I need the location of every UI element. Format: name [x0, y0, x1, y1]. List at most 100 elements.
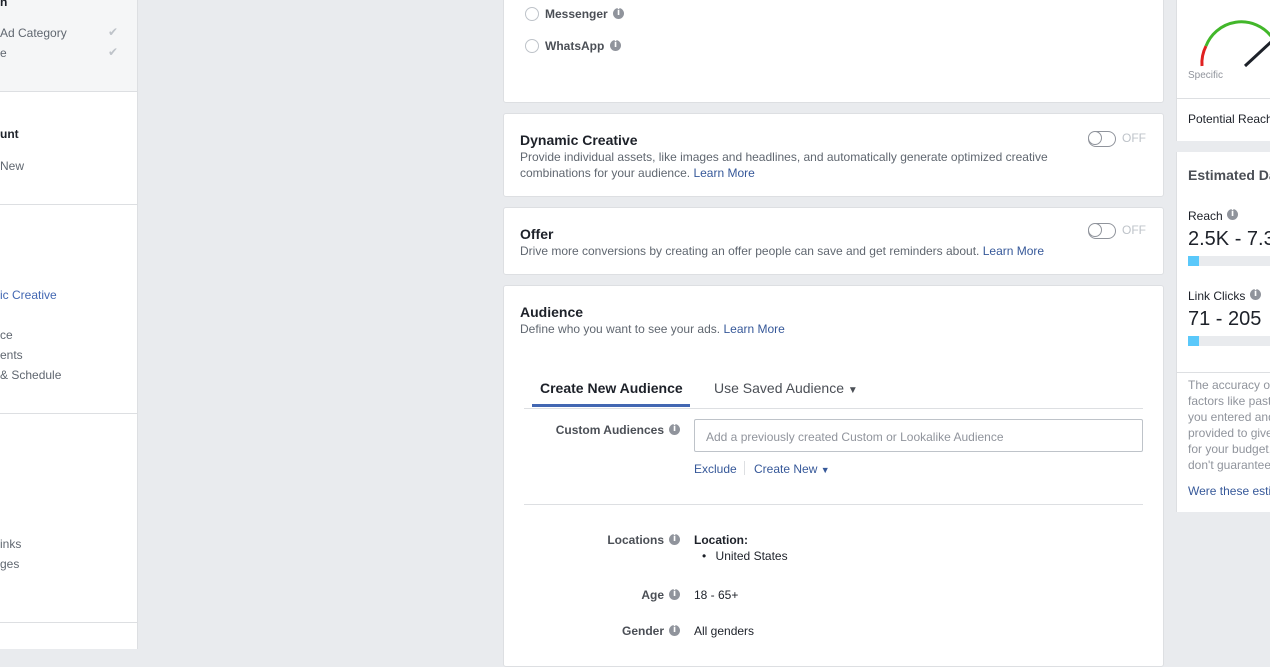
age-label: Age [641, 588, 664, 602]
link-clicks-bar [1188, 336, 1270, 346]
caret-down-icon: ▼ [820, 465, 830, 475]
messaging-card: Messenger i WhatsApp i [503, 0, 1164, 103]
sidebar-item-placements[interactable]: ents [0, 348, 23, 362]
link-clicks-bar-fill [1188, 336, 1199, 346]
info-icon[interactable]: i [669, 534, 680, 545]
offer-learn-more-link[interactable]: Learn More [983, 244, 1044, 258]
audience-card: Audience Define who you want to see your… [503, 285, 1164, 667]
messenger-radio[interactable] [525, 7, 539, 21]
info-icon[interactable]: i [613, 8, 624, 19]
disclaimer-line: you entered and [1188, 410, 1270, 424]
offer-toggle-state: OFF [1122, 223, 1146, 237]
reach-bar-fill [1188, 256, 1199, 266]
exclude-link[interactable]: Exclude [694, 462, 737, 476]
offer-desc-text: Drive more conversions by creating an of… [520, 244, 980, 258]
audience-learn-more-link[interactable]: Learn More [723, 322, 784, 336]
check-icon: ✔ [108, 25, 119, 39]
check-icon: ✔ [108, 45, 119, 59]
estimated-results-panel: Estimated Da Reach i 2.5K - 7.3 Link Cli… [1176, 152, 1270, 512]
sidebar-item-e[interactable]: e [0, 46, 7, 60]
age-value: 18 - 65+ [694, 588, 739, 602]
panel-divider [1177, 98, 1270, 99]
messenger-label: Messenger [545, 7, 608, 21]
info-icon[interactable]: i [669, 625, 680, 636]
disclaimer-line: don't guarantee [1188, 458, 1270, 472]
estimate-disclaimer: The accuracy o factors like past you ent… [1188, 377, 1270, 473]
left-sidebar: n Ad Category ✔ e ✔ unt New ic Creative … [0, 0, 138, 649]
sidebar-item-pages[interactable]: ges [0, 557, 19, 571]
reach-label: Reach [1188, 209, 1223, 223]
custom-audiences-input[interactable]: Add a previously created Custom or Looka… [694, 419, 1143, 452]
info-icon[interactable]: i [1250, 289, 1261, 300]
disclaimer-line: factors like past [1188, 394, 1270, 408]
sidebar-item-partial[interactable]: n [0, 0, 7, 9]
whatsapp-label: WhatsApp [545, 39, 605, 53]
offer-desc: Drive more conversions by creating an of… [520, 243, 1080, 259]
sidebar-item-budget-schedule[interactable]: & Schedule [0, 368, 61, 382]
bullet-icon: • [702, 549, 707, 563]
audience-desc-text: Define who you want to see your ads. [520, 322, 721, 336]
dynamic-creative-toggle[interactable] [1088, 131, 1116, 147]
audience-desc: Define who you want to see your ads. Lea… [520, 321, 1080, 337]
disclaimer-line: The accuracy o [1188, 378, 1270, 392]
custom-audiences-placeholder: Add a previously created Custom or Looka… [706, 430, 1004, 444]
sidebar-account-heading[interactable]: unt [0, 127, 19, 141]
info-icon[interactable]: i [669, 589, 680, 600]
sidebar-divider [0, 204, 137, 205]
caret-down-icon: ▼ [847, 385, 858, 396]
audience-definition-panel: Specific Potential Reach [1176, 0, 1270, 141]
reach-value: 2.5K - 7.3 [1188, 228, 1270, 250]
whatsapp-radio[interactable] [525, 39, 539, 53]
audience-gauge [1200, 20, 1270, 68]
gauge-red-arc [1200, 45, 1208, 67]
tab-use-saved-audience[interactable]: Use Saved Audience ▼ [714, 380, 858, 396]
sidebar-divider [0, 413, 137, 414]
offer-card: Offer Drive more conversions by creating… [503, 207, 1164, 275]
section-divider [524, 504, 1143, 505]
potential-reach-label: Potential Reach [1188, 112, 1270, 126]
location-item: • United States [702, 549, 788, 563]
gender-label: Gender [621, 624, 664, 638]
link-clicks-label: Link Clicks [1188, 289, 1246, 303]
dynamic-creative-learn-more-link[interactable]: Learn More [693, 166, 754, 180]
sidebar-item-dynamic-creative[interactable]: ic Creative [0, 288, 57, 302]
tabs-divider [524, 408, 1143, 409]
gender-value: All genders [694, 624, 755, 638]
disclaimer-line: provided to give [1188, 426, 1270, 440]
gauge-needle [1243, 40, 1270, 68]
dynamic-creative-desc-text: Provide individual assets, like images a… [520, 150, 1048, 180]
active-tab-indicator [532, 404, 690, 407]
dynamic-creative-card: Dynamic Creative Provide individual asse… [503, 113, 1164, 197]
location-heading: Location: [694, 533, 748, 547]
offer-title: Offer [520, 226, 554, 242]
info-icon[interactable]: i [610, 40, 621, 51]
sidebar-item-new[interactable]: New [0, 159, 24, 173]
sidebar-item-ad-category[interactable]: Ad Category [0, 26, 67, 40]
tab-create-new-audience[interactable]: Create New Audience [540, 380, 683, 396]
info-icon[interactable]: i [669, 424, 680, 435]
gauge-specific-label: Specific [1188, 70, 1224, 81]
toggle-knob [1088, 131, 1102, 145]
custom-audiences-label: Custom Audiences [555, 423, 664, 437]
estimated-results-title: Estimated Da [1188, 167, 1270, 183]
reach-bar [1188, 256, 1270, 266]
create-new-link[interactable]: Create New ▼ [754, 462, 830, 476]
locations-label: Locations [607, 533, 664, 547]
estimates-feedback-link[interactable]: Were these esti [1188, 484, 1270, 498]
tab-use-saved-audience-label: Use Saved Audience [714, 380, 844, 396]
toggle-knob [1088, 223, 1102, 237]
dynamic-creative-title: Dynamic Creative [520, 132, 638, 148]
sidebar-item-links[interactable]: inks [0, 537, 21, 551]
sidebar-divider [0, 622, 137, 623]
link-separator [744, 461, 745, 475]
panel-divider [1177, 372, 1270, 373]
sidebar-item-audience[interactable]: ce [0, 328, 13, 342]
offer-toggle[interactable] [1088, 223, 1116, 239]
info-icon[interactable]: i [1227, 209, 1238, 220]
audience-title: Audience [520, 304, 584, 320]
disclaimer-line: for your budget, [1188, 442, 1270, 456]
gauge-green-arc [1204, 20, 1270, 47]
dynamic-creative-toggle-state: OFF [1122, 131, 1146, 145]
dynamic-creative-desc: Provide individual assets, like images a… [520, 149, 1080, 181]
create-new-label: Create New [754, 462, 818, 476]
